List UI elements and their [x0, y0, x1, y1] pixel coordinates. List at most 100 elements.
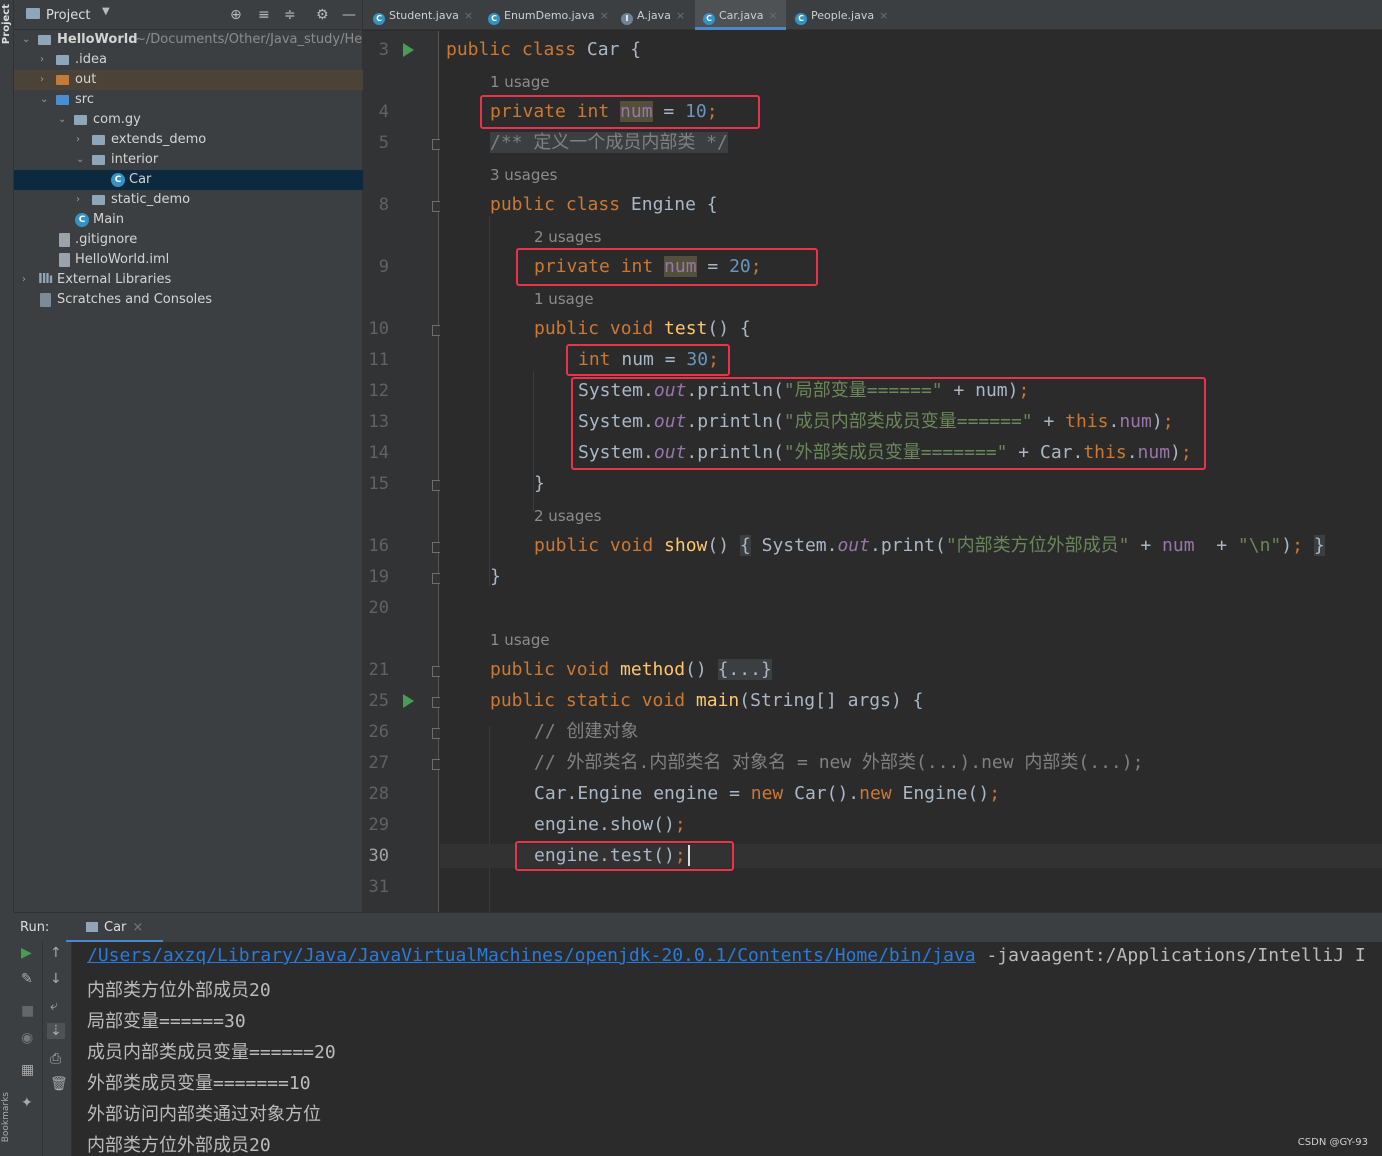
java-path-link[interactable]: /Users/axzq/Library/Java/JavaVirtualMach…	[87, 945, 976, 966]
tree-item-scratches[interactable]: Scratches and Consoles	[14, 290, 363, 310]
package-icon	[92, 155, 105, 165]
camera-icon[interactable]: ◉	[21, 1030, 33, 1046]
chevron-right-icon[interactable]: ›	[76, 130, 80, 150]
arrow-down-icon[interactable]: ↓	[50, 971, 62, 987]
tree-item-idea[interactable]: › .idea	[14, 50, 363, 70]
run-icon[interactable]	[403, 43, 414, 57]
tree-item-gitignore[interactable]: .gitignore	[14, 230, 363, 250]
pin-icon[interactable]: ✦	[21, 1095, 33, 1111]
excluded-folder-icon	[56, 75, 69, 85]
line-number: 9	[378, 257, 389, 277]
usage-hint[interactable]: 1 usage	[490, 73, 550, 91]
run-tab-label: Car	[104, 920, 127, 935]
rerun-icon[interactable]: ▶	[21, 945, 32, 961]
print-icon[interactable]: ⎙	[50, 1051, 61, 1067]
close-icon[interactable]: ×	[879, 9, 888, 22]
expand-all-icon[interactable]: ≡	[258, 7, 270, 23]
line-number: 19	[368, 567, 389, 587]
tree-item-extends-demo[interactable]: › extends_demo	[14, 130, 363, 150]
code-line-15: }	[534, 473, 545, 494]
code-line-10: public void test() {	[534, 318, 751, 339]
line-number: 11	[368, 350, 389, 370]
bookmarks-tool-button[interactable]: Bookmarks	[1, 1092, 11, 1142]
project-tool-button[interactable]: Project	[1, 4, 12, 44]
tab-people-java[interactable]: C People.java ×	[795, 0, 888, 30]
run-icon[interactable]	[403, 694, 414, 708]
console-line: 内部类方位外部成员20	[87, 980, 271, 1001]
scroll-to-end-icon[interactable]: ⇣	[47, 1023, 65, 1039]
console-output[interactable]: /Users/axzq/Library/Java/JavaVirtualMach…	[72, 942, 1382, 1156]
command-args: -javaagent:/Applications/IntelliJ I	[975, 945, 1366, 966]
close-icon[interactable]: ×	[132, 920, 143, 935]
tree-item-out[interactable]: › out	[14, 70, 363, 90]
tree-item-src[interactable]: ⌄ src	[14, 90, 363, 110]
tree-item-label: interior	[111, 152, 159, 167]
usage-hint[interactable]: 1 usage	[534, 290, 594, 308]
close-icon[interactable]: ×	[464, 9, 473, 22]
tab-student-java[interactable]: C Student.java ×	[373, 0, 473, 30]
stop-icon[interactable]: ■	[21, 1003, 34, 1019]
tree-item-car[interactable]: C Car	[14, 170, 363, 190]
tree-item-main[interactable]: C Main	[14, 210, 363, 230]
libraries-icon: Illı	[38, 272, 53, 287]
chevron-down-icon[interactable]: ⌄	[58, 110, 66, 130]
console-command-line: /Users/axzq/Library/Java/JavaVirtualMach…	[87, 945, 1366, 966]
tab-enumdemo-java[interactable]: C EnumDemo.java ×	[488, 0, 609, 30]
line-number: 13	[368, 412, 389, 432]
gear-icon[interactable]: ⚙	[316, 7, 329, 23]
tree-item-helloworld-iml[interactable]: HelloWorld.iml	[14, 250, 363, 270]
wrench-icon[interactable]: ✎	[21, 971, 33, 987]
chevron-down-icon[interactable]: ⌄	[76, 150, 84, 170]
usage-hint[interactable]: 1 usage	[490, 631, 550, 649]
usage-hint[interactable]: 2 usages	[534, 228, 601, 246]
arrow-up-icon[interactable]: ↑	[50, 945, 62, 961]
tree-item-label: out	[75, 72, 97, 87]
bottom-left-strip: Bookmarks	[0, 912, 14, 1156]
chevron-right-icon[interactable]: ›	[40, 50, 44, 70]
tab-car-java[interactable]: C Car.java ×	[695, 0, 786, 30]
project-view-selector[interactable]: Project	[46, 8, 90, 23]
collapse-all-icon[interactable]: ≑	[284, 7, 296, 23]
usage-hint[interactable]: 3 usages	[490, 166, 557, 184]
soft-wrap-icon[interactable]: ⤶	[50, 998, 58, 1014]
source-folder-icon	[56, 95, 69, 105]
usage-hint[interactable]: 2 usages	[534, 507, 601, 525]
line-number: 31	[368, 877, 389, 897]
chevron-right-icon[interactable]: ›	[22, 270, 26, 290]
tree-item-external-libraries[interactable]: › Illı External Libraries	[14, 270, 363, 290]
chevron-right-icon[interactable]: ›	[40, 70, 44, 90]
line-number: 3	[378, 40, 389, 60]
tree-item-label: .gitignore	[75, 232, 138, 247]
tree-item-interior[interactable]: ⌄ interior	[14, 150, 363, 170]
highlight-box	[571, 377, 1206, 470]
layout-icon[interactable]: ▦	[21, 1062, 34, 1078]
code-editor[interactable]: public class Car { 1 usage private int n…	[440, 31, 1382, 912]
code-line-25: public static void main(String[] args) {	[490, 690, 924, 711]
close-icon[interactable]: ×	[676, 9, 685, 22]
tree-item-com-gy[interactable]: ⌄ com.gy	[14, 110, 363, 130]
tab-a-java[interactable]: I A.java ×	[621, 0, 685, 30]
indent-guide	[489, 726, 490, 912]
tree-item-helloworld[interactable]: ⌄ HelloWorld ~/Documents/Other/Java_stud…	[14, 30, 377, 50]
trash-icon[interactable]: 🗑	[50, 1076, 68, 1092]
hide-icon[interactable]: —	[342, 7, 356, 23]
locate-icon[interactable]: ⊕	[230, 7, 242, 23]
close-icon[interactable]: ×	[768, 9, 777, 22]
highlight-box	[566, 344, 730, 376]
console-icon	[86, 922, 98, 932]
line-number: 28	[368, 784, 389, 804]
chevron-down-icon[interactable]: ⌄	[40, 90, 48, 110]
run-tab-car[interactable]: Car ×	[66, 917, 164, 943]
run-panel-header: Run: Car ×	[14, 912, 1382, 943]
tab-label: Car.java	[719, 9, 764, 22]
line-number: 8	[378, 195, 389, 215]
tree-item-static-demo[interactable]: › static_demo	[14, 190, 363, 210]
editor-gutter: 3 4 5 8 9 10 11 12 13 14 15 16 19 20 21 …	[363, 31, 443, 912]
chevron-right-icon[interactable]: ›	[76, 190, 80, 210]
java-class-icon: C	[703, 13, 715, 25]
chevron-down-icon[interactable]: ▼	[102, 6, 110, 17]
project-view-icon	[26, 8, 40, 19]
tree-item-label: static_demo	[111, 192, 191, 207]
close-icon[interactable]: ×	[600, 9, 609, 22]
chevron-down-icon[interactable]: ⌄	[22, 30, 30, 50]
